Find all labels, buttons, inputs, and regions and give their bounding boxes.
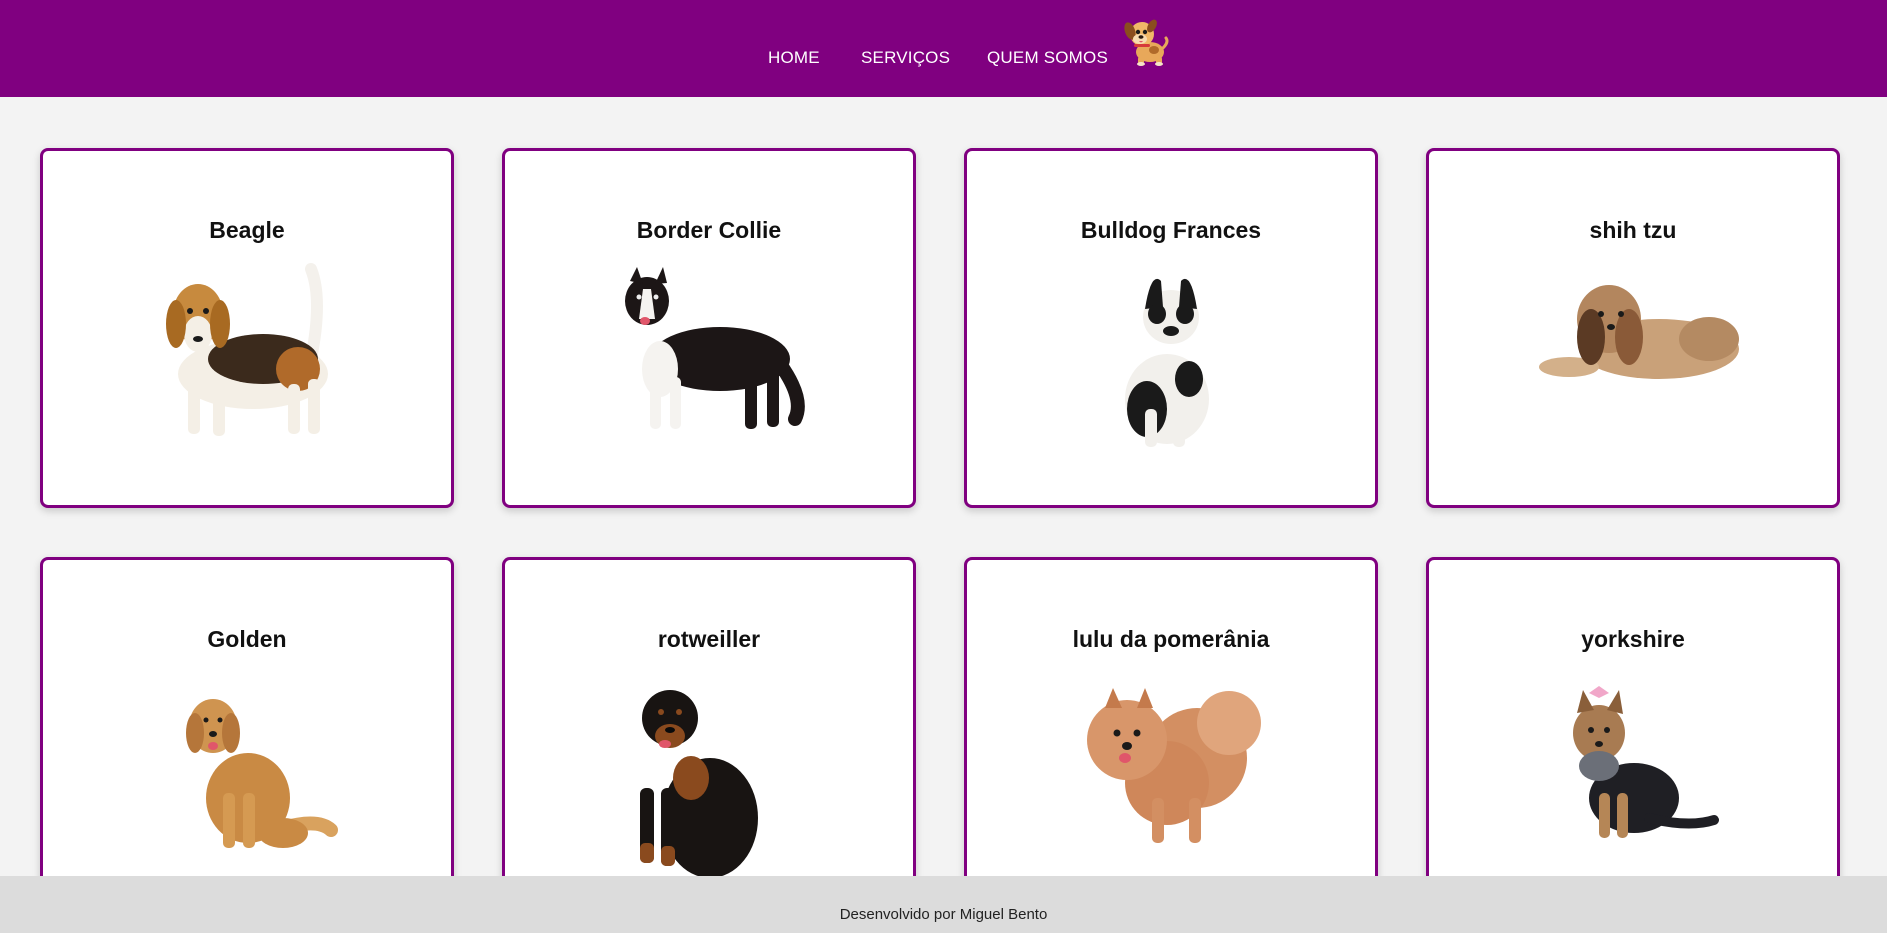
footer-credit: Desenvolvido por Miguel Bento xyxy=(839,906,1048,923)
breed-card-golden[interactable]: Golden xyxy=(40,557,454,917)
breed-grid: Beagle Border Collie Bulldog Frances shi… xyxy=(0,0,1887,933)
breed-title: rotweiller xyxy=(657,626,761,652)
rottweiler-image xyxy=(640,690,758,878)
breed-title: shih tzu xyxy=(1589,217,1677,243)
breed-card-yorkshire[interactable]: yorkshire xyxy=(1426,557,1840,917)
breed-card-rotweiller[interactable]: rotweiller xyxy=(502,557,916,917)
breed-title: Border Collie xyxy=(636,217,782,243)
breed-card-shih-tzu[interactable]: shih tzu xyxy=(1426,148,1840,508)
breed-card-beagle[interactable]: Beagle xyxy=(40,148,454,508)
breed-title: Golden xyxy=(207,626,287,652)
border-collie-image xyxy=(625,267,805,429)
pomeranian-image xyxy=(1087,688,1261,843)
breed-card-border-collie[interactable]: Border Collie xyxy=(502,148,916,508)
footer: Desenvolvido por Miguel Bento xyxy=(0,876,1887,933)
breed-card-lulu-da-pomerania[interactable]: lulu da pomerânia xyxy=(964,557,1378,917)
beagle-image xyxy=(166,263,328,436)
breed-title: lulu da pomerânia xyxy=(1072,626,1270,652)
breed-title: yorkshire xyxy=(1581,626,1685,652)
shih-tzu-image xyxy=(1539,285,1739,379)
yorkshire-image xyxy=(1573,686,1719,838)
french-bulldog-image xyxy=(1125,278,1209,447)
breed-title: Bulldog Frances xyxy=(1080,217,1262,243)
breed-card-bulldog-frances[interactable]: Bulldog Frances xyxy=(964,148,1378,508)
golden-retriever-image xyxy=(186,699,338,848)
breed-title: Beagle xyxy=(209,217,285,243)
